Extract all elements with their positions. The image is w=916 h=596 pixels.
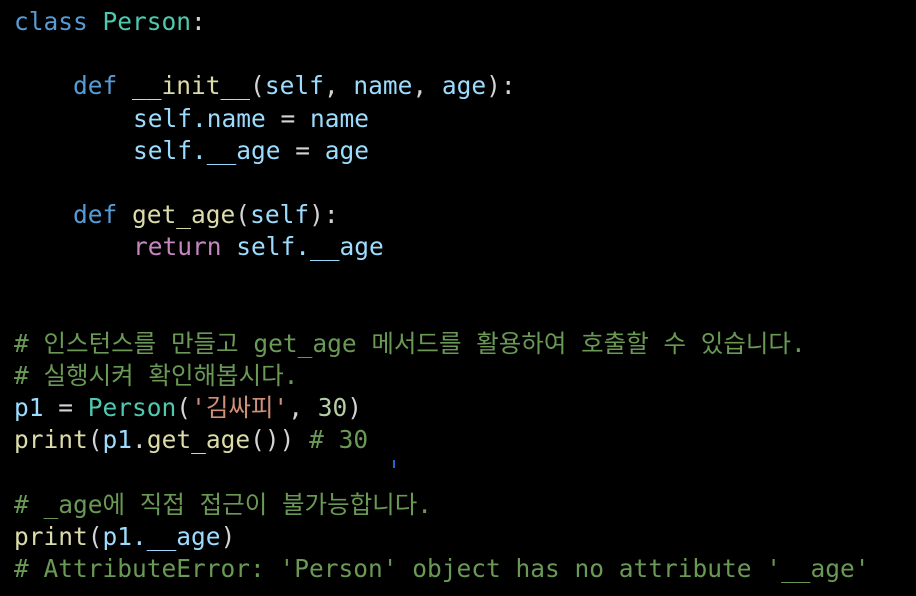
operator: =	[43, 393, 88, 423]
punctuation: (	[250, 71, 265, 101]
keyword-class: class	[14, 7, 88, 36]
punctuation: :	[191, 7, 206, 36]
self-ref: self	[133, 103, 193, 133]
code-line-13: p1 = Person('김싸피', 30)	[14, 392, 916, 424]
punctuation: (	[87, 425, 103, 455]
function-name: print	[14, 522, 88, 551]
keyword-def: def	[73, 200, 118, 230]
punctuation: ):	[486, 71, 516, 101]
variable: p1	[102, 425, 133, 455]
operator: =	[265, 103, 311, 133]
punctuation: ,	[288, 393, 318, 423]
variable: p1	[102, 522, 133, 551]
comment: # 30	[294, 425, 369, 455]
code-line-12: # 실행시켜 확인해봅시다.	[14, 360, 916, 392]
punctuation: ,	[323, 71, 354, 101]
comment: # 인스턴스를 만들고 get_age 메서드를 활용하여 호출할 수 있습니다…	[14, 328, 806, 358]
class-name: Person	[87, 393, 177, 423]
code-line-4: self.name = name	[14, 103, 916, 135]
punctuation: ):	[309, 200, 339, 230]
attribute: .__age	[192, 135, 281, 165]
code-line-16: # _age에 직접 접근이 불가능합니다.	[14, 489, 916, 521]
code-line-1: class Person:	[14, 6, 916, 38]
code-line-8: return self.__age	[14, 231, 916, 263]
punctuation: )	[347, 393, 362, 423]
comment: # AttributeError: 'Person' object has no…	[14, 554, 870, 584]
code-line-7: def get_age(self):	[14, 199, 916, 231]
keyword-return: return	[133, 232, 222, 262]
comment: # 실행시켜 확인해봅시다.	[14, 361, 299, 391]
code-line-11: # 인스턴스를 만들고 get_age 메서드를 활용하여 호출할 수 있습니다…	[14, 328, 916, 360]
punctuation: ,	[412, 71, 442, 101]
code-line-18: # AttributeError: 'Person' object has no…	[14, 553, 916, 585]
punctuation: (	[176, 393, 192, 423]
param-self: self	[264, 71, 324, 101]
param-self: self	[250, 200, 310, 230]
function-name: print	[14, 425, 88, 455]
punctuation: (	[235, 200, 251, 230]
param-name: name	[353, 71, 413, 101]
code-line-14: print(p1.get_age()) # 30	[14, 424, 916, 456]
attribute: .__age	[132, 522, 221, 551]
method-name: get_age	[146, 425, 251, 455]
punctuation: (	[87, 522, 103, 551]
param-age: age	[441, 71, 487, 101]
value: age	[324, 135, 370, 165]
comment: # _age에 직접 접근이 불가능합니다.	[14, 489, 432, 519]
string-literal: '김싸피'	[191, 393, 289, 423]
text-cursor	[393, 460, 395, 468]
punctuation: )	[220, 522, 236, 551]
value: name	[310, 103, 370, 133]
code-line-5: self.__age = age	[14, 135, 916, 167]
function-name: get_age	[132, 200, 236, 230]
class-name: Person	[102, 7, 192, 36]
code-line-17: print(p1.__age)	[14, 521, 916, 553]
number-literal: 30	[317, 393, 348, 423]
attribute: .__age	[295, 232, 384, 262]
punctuation: ())	[250, 425, 295, 455]
variable: p1	[14, 393, 44, 423]
function-name: __init__	[132, 71, 251, 101]
keyword-def: def	[73, 71, 118, 101]
punctuation: .	[132, 425, 147, 455]
operator: =	[280, 135, 325, 165]
self-ref: self	[236, 232, 296, 262]
self-ref: self	[133, 135, 193, 165]
code-editor[interactable]: class Person: def __init__(self, name, a…	[0, 0, 916, 596]
code-line-3: def __init__(self, name, age):	[14, 70, 916, 102]
attribute: .name	[192, 103, 266, 133]
